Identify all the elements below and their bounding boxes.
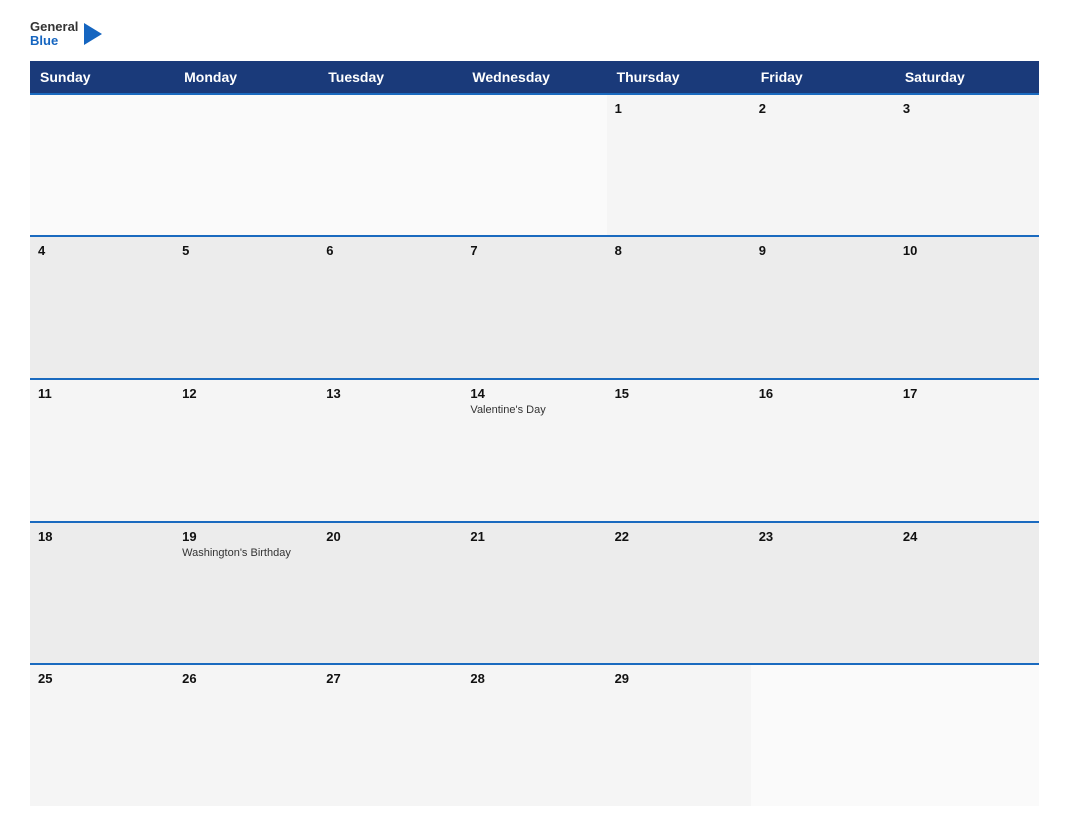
header-saturday: Saturday [895,61,1039,93]
logo-blue: Blue [30,34,78,48]
day-number: 27 [326,671,454,686]
day-cell: 19 Washington's Birthday [174,523,318,664]
day-cell: 1 [607,95,751,236]
day-number: 8 [615,243,743,258]
day-number: 20 [326,529,454,544]
day-cell: 29 [607,665,751,806]
day-cell: 3 [895,95,1039,236]
day-cell: 25 [30,665,174,806]
day-number: 13 [326,386,454,401]
day-number: 24 [903,529,1031,544]
day-cell: 27 [318,665,462,806]
week-row-2: 4 5 6 7 8 9 10 [30,235,1039,378]
day-cell [174,95,318,236]
header-friday: Friday [751,61,895,93]
logo-triangle-icon [84,23,102,45]
day-number: 22 [615,529,743,544]
day-headers: Sunday Monday Tuesday Wednesday Thursday… [30,61,1039,93]
day-cell: 20 [318,523,462,664]
day-cell: 23 [751,523,895,664]
day-cell: 14 Valentine's Day [462,380,606,521]
day-number: 23 [759,529,887,544]
logo: General Blue [30,20,102,49]
day-cell: 4 [30,237,174,378]
day-cell [895,665,1039,806]
day-cell [751,665,895,806]
day-cell [318,95,462,236]
header-monday: Monday [174,61,318,93]
event-label: Valentine's Day [470,403,598,417]
header-tuesday: Tuesday [318,61,462,93]
logo-general: General [30,20,78,34]
day-cell: 10 [895,237,1039,378]
day-cell: 2 [751,95,895,236]
day-number: 25 [38,671,166,686]
day-number: 11 [38,386,166,401]
day-number: 17 [903,386,1031,401]
day-number: 5 [182,243,310,258]
day-number: 12 [182,386,310,401]
day-cell: 7 [462,237,606,378]
day-number: 6 [326,243,454,258]
day-number: 10 [903,243,1031,258]
day-cell: 13 [318,380,462,521]
week-row-1: 1 2 3 [30,93,1039,236]
day-number: 4 [38,243,166,258]
day-cell: 28 [462,665,606,806]
page-header: General Blue [30,20,1039,49]
event-label: Washington's Birthday [182,546,310,560]
header-thursday: Thursday [607,61,751,93]
day-number: 29 [615,671,743,686]
day-cell: 21 [462,523,606,664]
day-number: 3 [903,101,1031,116]
logo-text: General Blue [30,20,78,49]
day-cell: 15 [607,380,751,521]
day-number: 15 [615,386,743,401]
day-cell: 11 [30,380,174,521]
header-sunday: Sunday [30,61,174,93]
day-cell: 17 [895,380,1039,521]
day-number: 18 [38,529,166,544]
week-row-5: 25 26 27 28 29 [30,663,1039,806]
week-row-4: 18 19 Washington's Birthday 20 21 22 23 24 [30,521,1039,664]
day-number: 16 [759,386,887,401]
day-cell [30,95,174,236]
day-number: 21 [470,529,598,544]
day-cell: 5 [174,237,318,378]
day-cell: 6 [318,237,462,378]
day-number: 9 [759,243,887,258]
day-number: 19 [182,529,310,544]
day-cell: 18 [30,523,174,664]
day-cell: 24 [895,523,1039,664]
day-number: 28 [470,671,598,686]
day-number: 2 [759,101,887,116]
day-cell: 26 [174,665,318,806]
day-cell: 16 [751,380,895,521]
header-wednesday: Wednesday [462,61,606,93]
day-number: 14 [470,386,598,401]
calendar-weeks: 1234567891011121314Valentine's Day151617… [30,93,1039,806]
day-number: 26 [182,671,310,686]
day-cell: 8 [607,237,751,378]
day-cell: 12 [174,380,318,521]
day-cell: 22 [607,523,751,664]
day-number: 1 [615,101,743,116]
day-cell: 9 [751,237,895,378]
calendar: Sunday Monday Tuesday Wednesday Thursday… [30,61,1039,806]
day-number: 7 [470,243,598,258]
day-cell [462,95,606,236]
week-row-3: 11 12 13 14 Valentine's Day 15 16 17 [30,378,1039,521]
